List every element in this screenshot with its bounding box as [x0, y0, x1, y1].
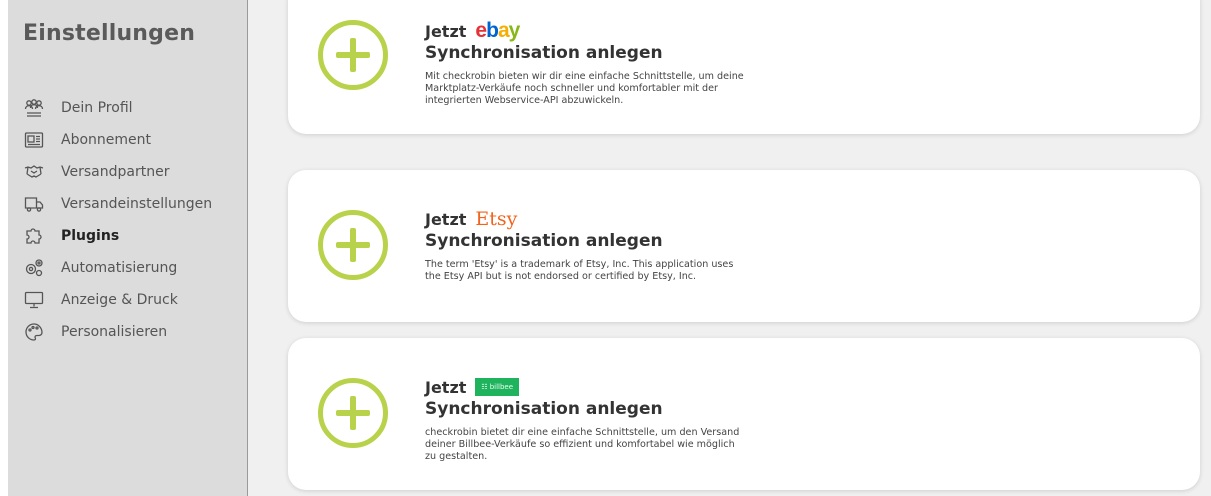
card-text: Jetzt Etsy Synchronisation anlegen The t… [425, 208, 745, 283]
sidebar-item-label: Versandpartner [61, 164, 170, 180]
sidebar-item-label: Automatisierung [61, 260, 178, 276]
left-edge [0, 0, 8, 496]
settings-sidebar: Einstellungen Dein Profil Abonnement Ver… [8, 0, 248, 496]
card-heading: Jetzt ebay [425, 20, 745, 42]
sidebar-title: Einstellungen [23, 21, 196, 46]
sidebar-item-personalisieren[interactable]: Personalisieren [8, 316, 247, 348]
card-heading: Jetzt ☷ billbee [425, 376, 745, 398]
settings-nav: Dein Profil Abonnement Versandpartner Ve… [8, 92, 247, 348]
sidebar-item-label: Personalisieren [61, 324, 168, 340]
puzzle-icon [23, 226, 45, 246]
add-plus-icon[interactable] [318, 210, 388, 280]
ebay-sync-card[interactable]: Jetzt ebay Synchronisation anlegen Mit c… [288, 0, 1200, 134]
card-description: Mit checkrobin bieten wir dir eine einfa… [425, 71, 744, 106]
billbee-bee-icon: ☷ [481, 383, 488, 391]
card-description: The term 'Etsy' is a trademark of Etsy, … [425, 259, 734, 282]
etsy-logo: Etsy [475, 208, 518, 230]
sidebar-item-abonnement[interactable]: Abonnement [8, 124, 247, 156]
sidebar-item-anzeige-druck[interactable]: Anzeige & Druck [8, 284, 247, 316]
etsy-sync-card[interactable]: Jetzt Etsy Synchronisation anlegen The t… [288, 170, 1200, 322]
jetzt-label: Jetzt [425, 21, 467, 41]
sidebar-item-label: Plugins [61, 228, 120, 244]
sidebar-item-label: Anzeige & Druck [61, 292, 178, 308]
sidebar-item-versandeinstellungen[interactable]: Versandeinstellungen [8, 188, 247, 220]
truck-icon [23, 194, 45, 214]
card-heading: Jetzt Etsy [425, 208, 745, 230]
plugins-main: Jetzt ebay Synchronisation anlegen Mit c… [249, 0, 1211, 496]
card-title: Synchronisation anlegen [425, 43, 663, 63]
monitor-icon [23, 290, 45, 310]
jetzt-label: Jetzt [425, 377, 467, 397]
ebay-logo: ebay [475, 19, 520, 42]
handshake-icon [23, 162, 45, 182]
card-text: Jetzt ☷ billbee Synchronisation anlegen … [425, 376, 745, 463]
card-text: Jetzt ebay Synchronisation anlegen Mit c… [425, 20, 745, 107]
users-icon [23, 98, 45, 118]
add-plus-icon[interactable] [318, 20, 388, 90]
sidebar-item-label: Abonnement [61, 132, 152, 148]
sidebar-item-dein-profil[interactable]: Dein Profil [8, 92, 247, 124]
card-title: Synchronisation anlegen [425, 399, 663, 419]
billbee-logo: ☷ billbee [475, 378, 520, 396]
card-title: Synchronisation anlegen [425, 231, 663, 251]
jetzt-label: Jetzt [425, 209, 467, 229]
palette-icon [23, 322, 45, 342]
card-description: checkrobin bietet dir eine einfache Schn… [425, 427, 740, 462]
sidebar-item-plugins[interactable]: Plugins [8, 220, 247, 252]
billbee-logo-text: billbee [489, 383, 514, 391]
sidebar-item-label: Versandeinstellungen [61, 196, 213, 212]
gears-icon [23, 258, 45, 278]
billbee-sync-card[interactable]: Jetzt ☷ billbee Synchronisation anlegen … [288, 338, 1200, 490]
sidebar-item-versandpartner[interactable]: Versandpartner [8, 156, 247, 188]
newspaper-icon [23, 130, 45, 150]
sidebar-item-automatisierung[interactable]: Automatisierung [8, 252, 247, 284]
sidebar-item-label: Dein Profil [61, 100, 133, 116]
add-plus-icon[interactable] [318, 378, 388, 448]
